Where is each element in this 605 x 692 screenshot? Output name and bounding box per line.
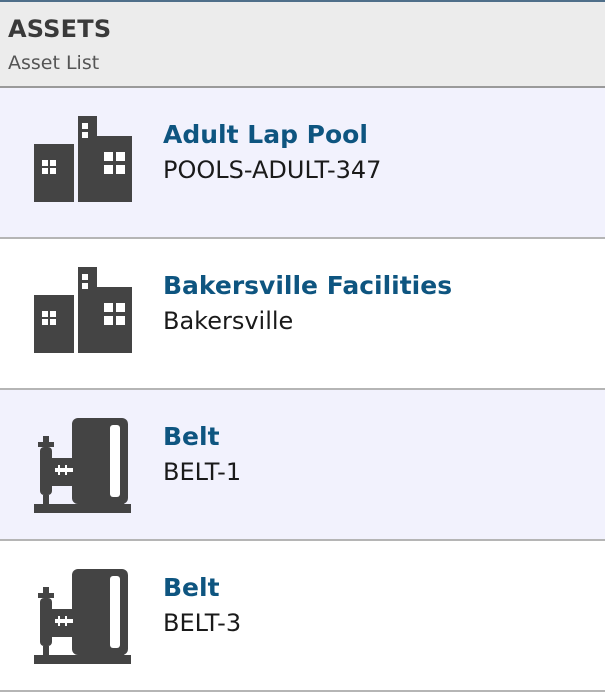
asset-code: BELT-3 — [163, 609, 242, 637]
page-subtitle: Asset List — [8, 52, 100, 74]
asset-list-item[interactable]: Belt BELT-1 — [0, 390, 605, 541]
asset-name[interactable]: Belt — [163, 573, 220, 602]
asset-code: BELT-1 — [163, 458, 242, 486]
asset-name[interactable]: Adult Lap Pool — [163, 120, 368, 149]
asset-name[interactable]: Belt — [163, 422, 220, 451]
building-icon — [34, 116, 132, 202]
page-title: ASSETS — [8, 15, 112, 43]
asset-code: POOLS-ADULT-347 — [163, 156, 382, 184]
equipment-icon — [34, 418, 132, 513]
asset-name[interactable]: Bakersville Facilities — [163, 271, 452, 300]
building-icon — [34, 267, 132, 353]
asset-list-item[interactable]: Bakersville Facilities Bakersville — [0, 239, 605, 390]
equipment-icon — [34, 569, 132, 664]
asset-list-item[interactable]: Belt BELT-3 — [0, 541, 605, 692]
asset-code: Bakersville — [163, 307, 294, 335]
asset-list-item[interactable]: Adult Lap Pool POOLS-ADULT-347 — [0, 88, 605, 239]
asset-list: Adult Lap Pool POOLS-ADULT-347 Bakersvil… — [0, 88, 605, 692]
page-header: ASSETS Asset List — [0, 0, 605, 88]
